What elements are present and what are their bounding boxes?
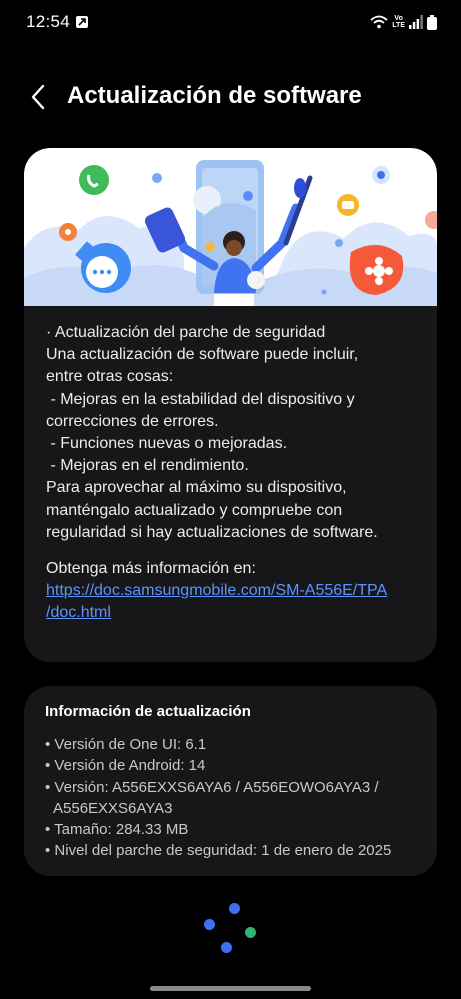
one-ui-version: • Versión de One UI: 6.1 [45,736,207,753]
release-note-line: - Funciones nuevas o mejoradas. [46,435,288,453]
more-info-link[interactable]: https://doc.samsungmobile.com/SM-A556E/T… [46,582,387,599]
status-time: 12:54 [26,12,71,31]
release-note-line: correcciones de errores. [46,412,219,430]
release-notes-text: · Actualización del parche de seguridad … [46,322,426,625]
release-note-line: · Actualización del parche de seguridad [46,324,326,341]
page-title: Actualización de software [67,82,362,109]
status-icons: Vo LTE [370,13,437,31]
spinner-dot [245,927,256,938]
release-note-line: - Mejoras en el rendimiento. [46,457,249,475]
update-info-title: Información de actualización [45,703,251,720]
wifi-icon [370,15,388,29]
release-notes-card: · Actualización del parche de seguridad … [24,148,437,662]
release-note-line: manténgalo actualizado y compruebe con [46,501,343,519]
volte-label: Vo [394,15,403,22]
hero-illustration [24,148,437,306]
back-button[interactable] [24,80,52,114]
signal-icon [409,15,423,29]
build-version-continued: A556EXXS6AYA3 [53,799,173,817]
spinner-dot [221,942,232,953]
spinner-dot [229,903,240,914]
spinner-dot [204,919,215,930]
network-type-label: LTE [392,22,405,29]
notification-icon [76,16,88,28]
update-info-card: Información de actualización • Versión d… [24,686,437,876]
build-version: • Versión: A556EXXS6AYA6 / A556EOWO6AYA3… [45,778,379,796]
release-note-line: entre otras cosas: [46,368,174,386]
chevron-left-icon [31,84,45,110]
loading-spinner-icon [200,900,260,960]
status-bar: 12:54 Vo LTE [0,0,461,46]
release-note-line: Para aprovechar al máximo su dispositivo… [46,479,347,497]
release-note-line: - Mejoras en la estabilidad del disposit… [46,390,355,408]
update-size: • Tamaño: 284.33 MB [45,821,189,839]
illustration-graphic [24,160,437,306]
release-note-line: regularidad si hay actualizaciones de so… [46,523,378,541]
update-info-list: • Versión de One UI: 6.1 • Versión de An… [45,734,430,862]
volte-icon: Vo LTE [392,15,405,29]
more-info-label: Obtenga más información en: [46,560,256,578]
battery-icon [427,14,437,30]
android-version: • Versión de Android: 14 [45,757,206,775]
home-indicator[interactable] [150,986,311,991]
more-info-link-continued[interactable]: /doc.html [46,604,111,621]
security-patch-level: • Nivel del parche de seguridad: 1 de en… [45,842,392,860]
header: Actualización de software [0,70,461,126]
release-note-line: Una actualización de software puede incl… [46,346,359,364]
